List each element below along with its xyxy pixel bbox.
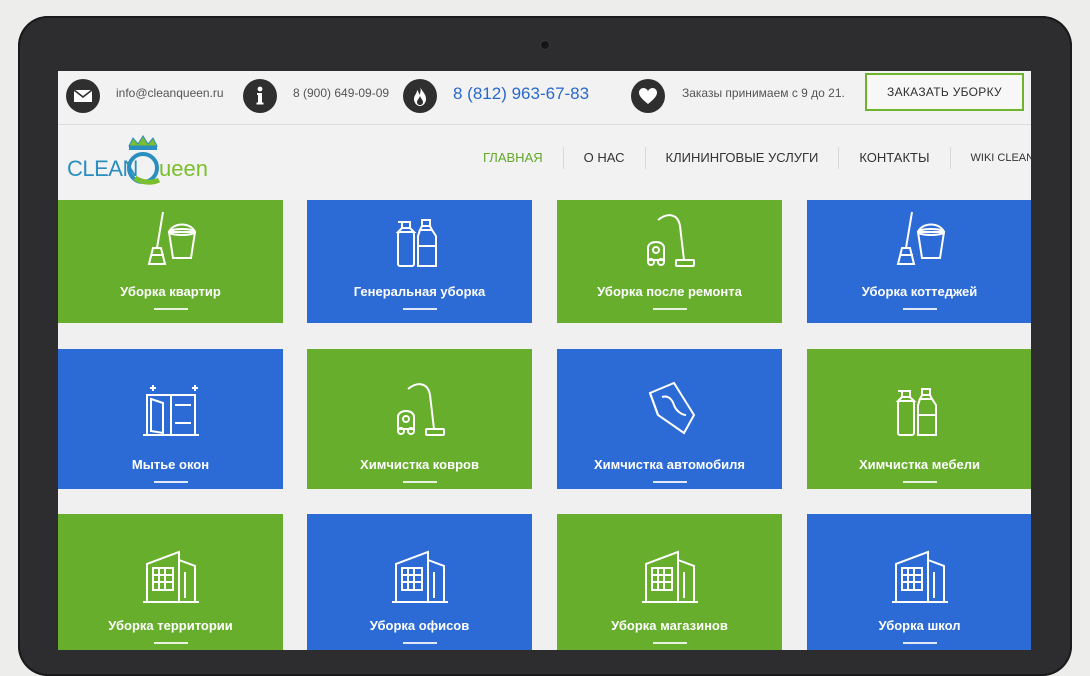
tile-label: Химчистка автомобиля (593, 457, 746, 472)
tile-underline (652, 642, 687, 644)
vacuum-cleaner-icon (396, 383, 445, 436)
building-icon (891, 550, 948, 603)
building-icon (391, 550, 448, 603)
tile-label: Генеральная уборка (353, 284, 486, 299)
service-tile-cottages[interactable]: Уборка коттеджей (807, 200, 1031, 323)
tile-label: Уборка школ (878, 618, 961, 633)
tile-label: Мытье окон (131, 457, 210, 472)
tile-label: Уборка территории (108, 618, 233, 633)
tile-underline (902, 308, 937, 310)
service-tile-car[interactable]: Химчистка автомобиля (557, 349, 782, 489)
tile-underline (153, 642, 188, 644)
service-tile-offices[interactable]: Уборка офисов (307, 514, 532, 650)
nav-item-contacts[interactable]: КОНТАКТЫ (838, 147, 949, 169)
phone-2[interactable]: 8 (812) 963-67-83 (453, 71, 589, 116)
heart-icon (631, 79, 665, 113)
top-bar: info@cleanqueen.ru 8 (900) 649-09-09 8 (… (58, 71, 1031, 125)
tile-underline (902, 481, 937, 483)
cleaning-cloth-icon (648, 381, 695, 435)
tile-label: Уборка квартир (120, 284, 221, 299)
svg-text:ueen: ueen (159, 156, 208, 181)
mop-bucket-icon (896, 211, 945, 265)
service-tile-after-repair[interactable]: Уборка после ремонта (557, 200, 782, 323)
service-tile-schools[interactable]: Уборка школ (807, 514, 1031, 650)
vacuum-cleaner-icon (646, 214, 695, 267)
nav-item-about[interactable]: О НАС (562, 147, 645, 169)
nav-item-services[interactable]: КЛИНИНГОВЫЕ УСЛУГИ (644, 147, 839, 169)
tile-underline (402, 308, 437, 310)
tile-label: Химчистка ковров (360, 457, 479, 472)
working-hours: Заказы принимаем с 9 до 21. (682, 86, 845, 100)
detergent-bottles-icon (395, 219, 437, 267)
services-grid: Уборка квартир Генеральная уборка Уборка… (58, 200, 1031, 650)
tile-label: Уборка коттеджей (861, 284, 978, 299)
service-tile-shops[interactable]: Уборка магазинов (557, 514, 782, 650)
tile-label: Уборка офисов (369, 618, 470, 633)
phone-1[interactable]: 8 (900) 649-09-09 (293, 71, 389, 116)
service-tile-general[interactable]: Генеральная уборка (307, 200, 532, 323)
nav-item-wiki[interactable]: WIKI CLEANING (949, 147, 1031, 169)
tile-underline (652, 481, 687, 483)
tile-underline (153, 481, 188, 483)
building-icon (641, 550, 698, 603)
service-tile-furniture[interactable]: Химчистка мебели (807, 349, 1031, 489)
camera (541, 41, 549, 49)
header: CLEAN Q ueen ГЛАВНАЯ О НАС КЛИНИНГОВЫЕ У… (58, 125, 1031, 200)
tile-label: Уборка после ремонта (597, 284, 742, 299)
service-tile-apartments[interactable]: Уборка квартир (58, 200, 283, 323)
tile-label: Химчистка мебели (859, 457, 980, 472)
service-tile-carpets[interactable]: Химчистка ковров (307, 349, 532, 489)
tile-underline (902, 642, 937, 644)
screen: info@cleanqueen.ru 8 (900) 649-09-09 8 (… (58, 71, 1031, 650)
tile-underline (652, 308, 687, 310)
cleanqueen-logo[interactable]: CLEAN Q ueen (67, 134, 227, 194)
tile-underline (153, 308, 188, 310)
nav-item-home[interactable]: ГЛАВНАЯ (463, 147, 563, 169)
main-nav: ГЛАВНАЯ О НАС КЛИНИНГОВЫЕ УСЛУГИ КОНТАКТ… (463, 147, 1031, 169)
email-link[interactable]: info@cleanqueen.ru (116, 71, 224, 116)
fire-icon (403, 79, 437, 113)
service-tile-windows[interactable]: Мытье окон (58, 349, 283, 489)
detergent-bottles-icon (895, 388, 937, 436)
tile-label: Уборка магазинов (611, 618, 728, 633)
window-icon (142, 385, 199, 436)
mop-bucket-icon (147, 211, 196, 265)
service-tile-territory[interactable]: Уборка территории (58, 514, 283, 650)
tile-underline (402, 642, 437, 644)
mail-icon (66, 79, 100, 113)
info-icon (243, 79, 277, 113)
order-cleaning-button[interactable]: ЗАКАЗАТЬ УБОРКУ (865, 73, 1024, 111)
tile-underline (402, 481, 437, 483)
building-icon (142, 550, 199, 603)
